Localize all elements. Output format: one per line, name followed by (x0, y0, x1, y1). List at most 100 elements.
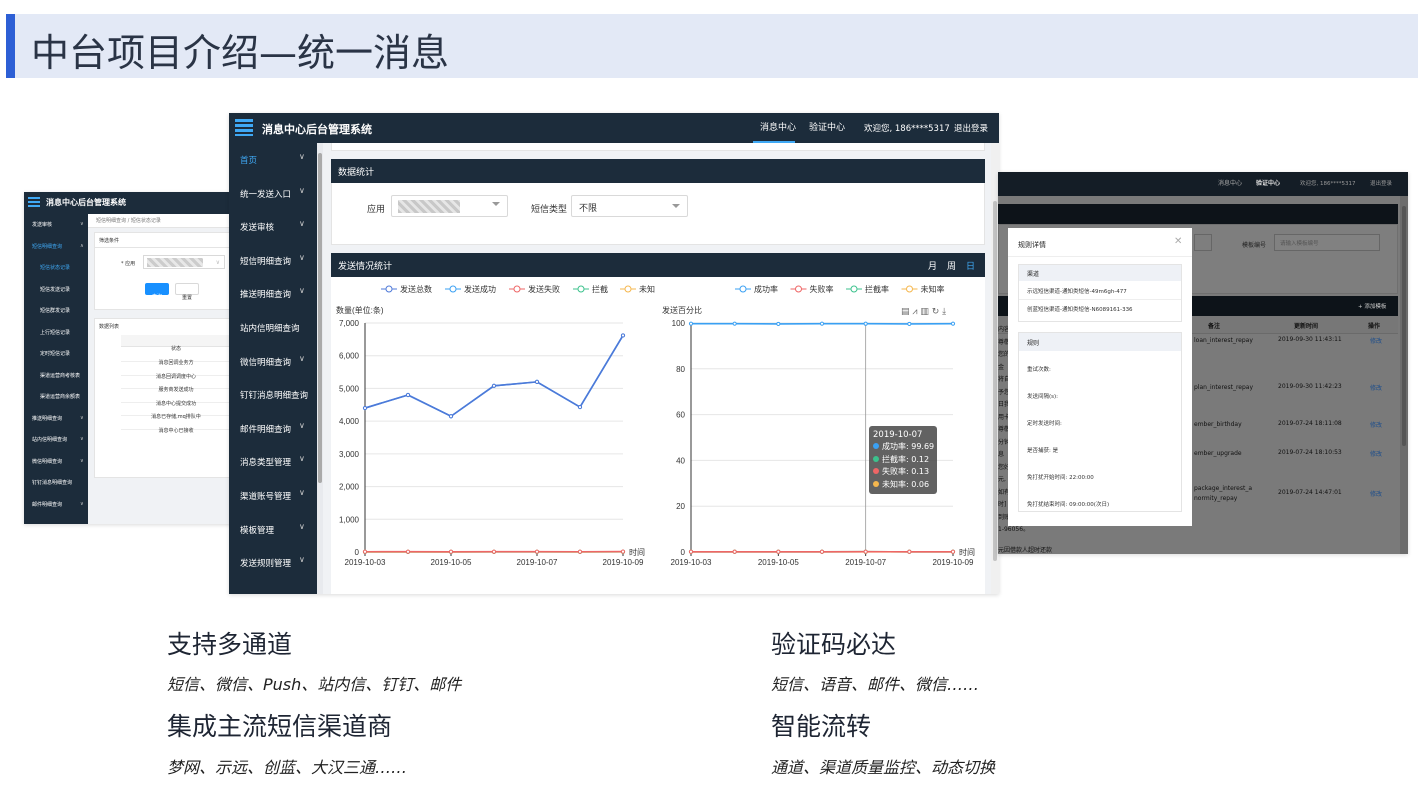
sidebar-item[interactable]: 推送明细查询 ∨ (229, 278, 317, 310)
legend-marker[interactable] (795, 285, 802, 293)
data-point[interactable] (950, 549, 956, 554)
period-week-tab[interactable]: 周 (947, 259, 956, 272)
sidebar-item[interactable]: 邮件明细查询 ∨ (229, 413, 317, 445)
data-point[interactable] (732, 321, 737, 326)
left-sidebar-item[interactable]: 渠道运营商考核表 (24, 366, 88, 386)
left-sidebar-item[interactable]: 短信明细查询 ∧ (24, 237, 88, 257)
data-point[interactable] (620, 333, 626, 338)
data-point[interactable] (907, 549, 912, 554)
right-add-template[interactable]: + 添加模板 (1358, 302, 1386, 310)
close-icon[interactable]: ✕ (1174, 236, 1182, 247)
period-month-tab[interactable]: 月 (928, 259, 937, 272)
legend-label[interactable]: 拦截率 (865, 284, 889, 294)
legend-marker[interactable] (385, 285, 393, 293)
left-query-button[interactable]: 查询 (145, 283, 169, 300)
sidebar-item[interactable]: 首页 ∨ (229, 144, 317, 176)
download-icon[interactable]: ⤓ (942, 307, 946, 317)
edit-link[interactable]: 修改 (1370, 489, 1382, 498)
line-chart-icon[interactable]: ⩘ (912, 307, 917, 317)
legend-marker[interactable] (577, 285, 585, 293)
sidebar-item[interactable]: 模板管理 ∨ (229, 514, 317, 546)
left-sidebar-item[interactable]: 微信明细查询 ∨ (24, 452, 88, 472)
logout-link[interactable]: 退出登录 (954, 122, 988, 134)
data-point[interactable] (577, 404, 583, 410)
left-sidebar-item[interactable]: 上行短信记录 (24, 323, 88, 343)
legend-label[interactable]: 发送总数 (400, 284, 432, 294)
nav-message-center[interactable]: 消息中心 (753, 113, 796, 143)
main-scrollbar[interactable] (318, 153, 322, 483)
data-point[interactable] (863, 549, 868, 554)
legend-marker[interactable] (739, 285, 747, 293)
left-sidebar-item[interactable]: 邮件明细查询 ∨ (24, 495, 88, 515)
sidebar-item[interactable]: 统一发送入口 ∨ (229, 178, 317, 210)
left-sidebar-item[interactable]: 短信发送记录 (24, 280, 88, 300)
data-point[interactable] (907, 321, 912, 327)
app-select[interactable] (391, 195, 508, 217)
refresh-icon[interactable]: ↻ (932, 307, 940, 317)
data-point[interactable] (776, 321, 781, 327)
data-point[interactable] (732, 549, 737, 554)
left-sidebar-item[interactable]: 短信状态记录 (24, 258, 88, 278)
data-point[interactable] (534, 379, 540, 384)
left-sidebar-item[interactable]: 推送明细查询 ∨ (24, 409, 88, 429)
right-template-input[interactable]: 请输入模板编号 (1274, 234, 1380, 251)
data-point[interactable] (819, 549, 825, 554)
sidebar-item[interactable]: 短信明细查询 ∨ (229, 245, 317, 277)
edit-link[interactable]: 修改 (1370, 336, 1382, 345)
legend-label[interactable]: 失败率 (810, 284, 834, 294)
legend-label[interactable]: 发送失败 (528, 284, 560, 294)
data-point[interactable] (534, 549, 540, 554)
period-day-tab[interactable]: 日 (966, 259, 975, 272)
data-point[interactable] (819, 321, 825, 326)
data-point[interactable] (863, 321, 868, 326)
legend-label[interactable]: 未知率 (921, 284, 945, 294)
data-point[interactable] (950, 321, 956, 326)
data-point[interactable] (448, 549, 454, 554)
left-app-select[interactable]: ∨ (143, 255, 225, 269)
left-sidebar-item[interactable]: 渠道运营商余额表 (24, 387, 88, 407)
right-nav-verify[interactable]: 验证中心 (1256, 178, 1280, 187)
left-sidebar-item[interactable]: 定时短信记录 (24, 344, 88, 364)
legend-label[interactable]: 发送成功 (464, 284, 496, 294)
data-point[interactable] (491, 549, 497, 554)
legend-label[interactable]: 成功率 (754, 284, 778, 294)
data-point[interactable] (620, 549, 626, 554)
data-point[interactable] (405, 549, 411, 554)
sidebar-item[interactable]: 渠道账号管理 ∨ (229, 480, 317, 512)
data-point[interactable] (491, 383, 497, 388)
right-nav-message[interactable]: 消息中心 (1218, 178, 1242, 187)
legend-marker[interactable] (513, 285, 521, 293)
data-point[interactable] (362, 549, 368, 554)
left-sidebar-item[interactable]: 站内信明细查询 ∨ (24, 430, 88, 450)
sidebar-item[interactable]: 消息类型管理 ∨ (229, 446, 317, 478)
sidebar-item[interactable]: 微信明细查询 ∨ (229, 346, 317, 378)
edit-link[interactable]: 修改 (1370, 449, 1382, 458)
legend-marker[interactable] (850, 285, 858, 293)
legend-marker[interactable] (449, 285, 457, 293)
legend-label[interactable]: 未知 (639, 284, 655, 294)
left-reset-button[interactable]: 重置 (175, 283, 199, 301)
left-sidebar-item[interactable]: 短信群发记录 (24, 301, 88, 321)
data-point[interactable] (448, 414, 454, 419)
data-point[interactable] (688, 321, 694, 326)
data-point[interactable] (776, 549, 781, 554)
data-point[interactable] (577, 549, 583, 554)
edit-link[interactable]: 修改 (1370, 420, 1382, 429)
legend-marker[interactable] (906, 285, 913, 293)
sidebar-item[interactable]: 发送审核 ∨ (229, 211, 317, 243)
edit-link[interactable]: 修改 (1370, 383, 1382, 392)
legend-marker[interactable] (624, 285, 632, 293)
nav-verify-center[interactable]: 验证中心 (803, 113, 847, 143)
left-sidebar-item[interactable]: 钉钉消息明细查询 (24, 473, 88, 493)
sidebar-item[interactable]: 站内信明细查询 (229, 312, 317, 344)
sidebar-item[interactable]: 钉钉消息明细查询 (229, 379, 317, 411)
data-view-icon[interactable]: ▤ (901, 307, 910, 317)
data-point[interactable] (405, 392, 411, 398)
sms-type-select[interactable]: 不限 (571, 195, 688, 217)
bar-chart-icon[interactable]: ▥ (920, 307, 929, 317)
sidebar-item[interactable]: 发送规则管理 ∨ (229, 547, 317, 579)
data-point[interactable] (688, 549, 694, 554)
right-logout[interactable]: 退出登录 (1370, 179, 1392, 187)
legend-label[interactable]: 拦截 (592, 284, 608, 294)
data-point[interactable] (362, 405, 368, 411)
